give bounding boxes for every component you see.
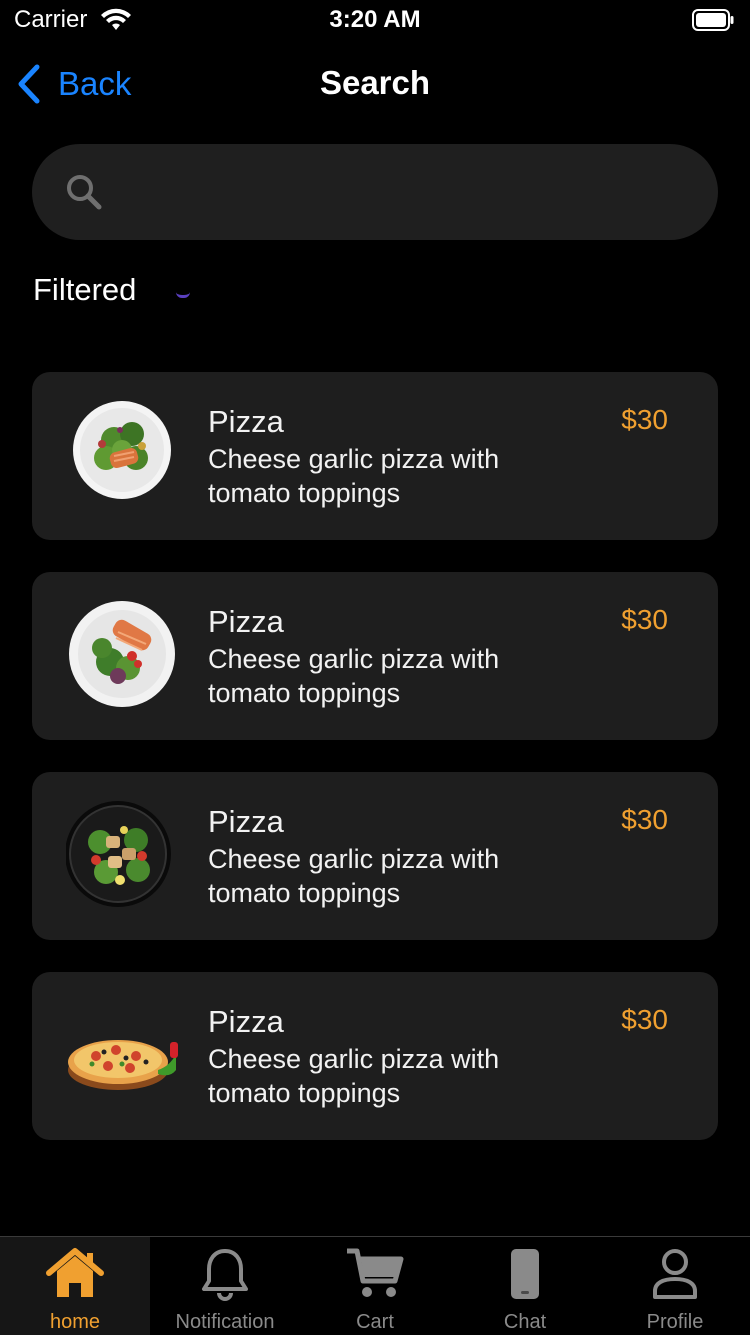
result-card[interactable]: Pizza Cheese garlic pizza with tomato to… (32, 972, 718, 1140)
dish-name: Pizza (208, 604, 284, 639)
result-card[interactable]: Pizza Cheese garlic pizza with tomato to… (32, 572, 718, 740)
person-icon (653, 1249, 697, 1299)
navigation-bar: Back Search (0, 44, 750, 124)
dish-description: Cheese garlic pizza with tomato toppings (208, 844, 500, 908)
search-input[interactable] (122, 144, 692, 240)
cart-icon (347, 1248, 404, 1297)
loading-indicator (176, 292, 190, 298)
dish-price: $30 (621, 604, 668, 635)
battery-icon (692, 9, 734, 31)
chicken-salad-bowl-image (66, 801, 171, 907)
results-list: Pizza Cheese garlic pizza with tomato to… (32, 372, 718, 1172)
clock: 3:20 AM (329, 6, 421, 33)
dish-description: Cheese garlic pizza with tomato toppings (208, 444, 500, 508)
tab-notification[interactable]: Notification (150, 1237, 300, 1335)
tab-label: Notification (175, 1311, 275, 1333)
pizza-image (68, 1040, 178, 1090)
result-card[interactable]: Pizza Cheese garlic pizza with tomato to… (32, 772, 718, 940)
dish-price: $30 (621, 804, 668, 835)
dish-description: Cheese garlic pizza with tomato toppings (208, 1044, 500, 1108)
search-bar[interactable] (32, 144, 718, 240)
home-icon (46, 1248, 104, 1297)
dish-name: Pizza (208, 404, 284, 439)
dish-price: $30 (621, 404, 668, 435)
tab-label: home (49, 1311, 101, 1333)
tab-label: Cart (356, 1311, 394, 1333)
tab-bar: home Notification Cart Chat Profile (0, 1236, 750, 1335)
filtered-heading: Filtered (33, 272, 137, 307)
dish-price: $30 (621, 1004, 668, 1035)
dish-name: Pizza (208, 804, 284, 839)
tab-home[interactable]: home (0, 1237, 150, 1335)
dish-name: Pizza (208, 1004, 284, 1039)
page-title: Search (319, 64, 431, 101)
salmon-salad-image (69, 601, 175, 707)
bell-icon (202, 1249, 248, 1301)
tab-cart[interactable]: Cart (300, 1237, 450, 1335)
tab-chat[interactable]: Chat (450, 1237, 600, 1335)
search-icon (67, 175, 102, 210)
dish-description: Cheese garlic pizza with tomato toppings (208, 644, 500, 708)
status-bar: Carrier 3:20 AM (0, 0, 750, 40)
tab-label: Chat (503, 1311, 547, 1333)
phone-icon (511, 1249, 539, 1299)
salmon-salad-image (73, 401, 171, 499)
tab-profile[interactable]: Profile (600, 1237, 750, 1335)
tab-label: Profile (646, 1311, 704, 1333)
result-card[interactable]: Pizza Cheese garlic pizza with tomato to… (32, 372, 718, 540)
